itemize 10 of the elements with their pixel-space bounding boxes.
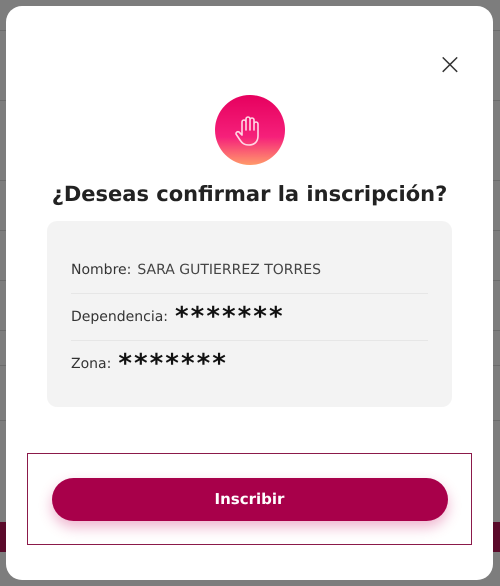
hand-icon xyxy=(214,95,284,165)
field-label: Dependencia: xyxy=(71,309,168,325)
close-button[interactable]: × xyxy=(437,50,463,80)
masked-value: ******* xyxy=(117,351,227,377)
field-label: Nombre: xyxy=(71,262,132,278)
masked-value: ******* xyxy=(174,304,284,330)
enroll-button[interactable]: Inscribir xyxy=(52,478,448,520)
field-value: SARA GUTIERREZ TORRES xyxy=(137,262,321,278)
field-label: Zona: xyxy=(71,356,112,372)
dialog-title: ¿Deseas confirmar la inscripción? xyxy=(52,181,448,208)
